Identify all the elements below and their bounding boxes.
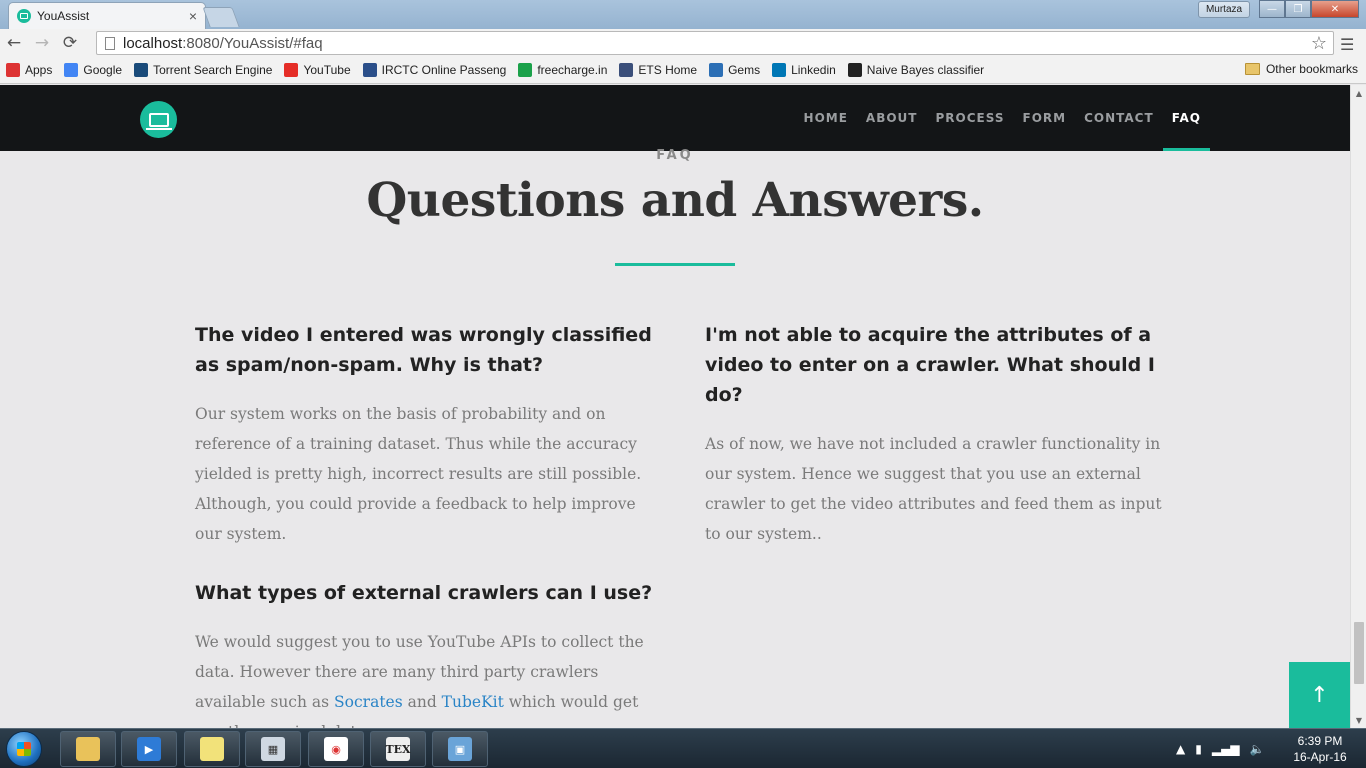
apps-grid-icon (6, 63, 20, 77)
file-explorer-icon (76, 737, 100, 761)
url-text[interactable]: localhost:8080/YouAssist/#faq (123, 35, 1311, 52)
faq-question: The video I entered was wrongly classifi… (195, 324, 652, 376)
bookmark-item[interactable]: Linkedin (772, 63, 836, 77)
page-viewport: HOME ABOUT PROCESS FORM CONTACT FAQ FAQ Quest… (0, 85, 1350, 728)
sticky-notes-icon (200, 737, 224, 761)
nav-link-home[interactable]: HOME (795, 85, 857, 151)
scroll-to-top-button[interactable]: ↑ (1289, 662, 1350, 728)
bookmark-item[interactable]: freecharge.in (518, 63, 607, 77)
arrow-up-icon: ↑ (1310, 682, 1329, 708)
wikipedia-icon (847, 63, 862, 77)
close-window-button[interactable]: ✕ (1311, 0, 1359, 18)
browser-tab[interactable]: YouAssist × (8, 2, 206, 29)
taskbar-app[interactable] (184, 731, 240, 767)
window-controls: — ❐ ✕ (1259, 0, 1359, 18)
bookmarks-bar: Apps Google Torrent Search Engine YouTube IR… (0, 57, 1366, 84)
nav-link-faq[interactable]: FAQ (1162, 85, 1211, 151)
minimize-button[interactable]: — (1259, 0, 1285, 18)
taskbar-app[interactable]: TEX (370, 731, 426, 767)
taskbar-app[interactable]: ◉ (308, 731, 364, 767)
faq-question: What types of external crawlers can I us… (195, 582, 653, 604)
system-tray: ▲ ▮ ▂▄▆ 🔈 (1176, 729, 1274, 768)
scroll-up-arrow-icon[interactable]: ▲ (1351, 85, 1366, 101)
linkedin-icon (772, 63, 787, 77)
nav-link-process[interactable]: PROCESS (927, 85, 1014, 151)
taskbar-app[interactable]: ▣ (432, 731, 488, 767)
bookmark-item[interactable]: YouTube (284, 63, 351, 77)
media-player-icon: ▶ (137, 737, 161, 761)
tubekit-link[interactable]: TubeKit (442, 693, 504, 711)
other-bookmarks[interactable]: Other bookmarks (1244, 62, 1358, 76)
nav-links: HOME ABOUT PROCESS FORM CONTACT FAQ (795, 85, 1211, 151)
gems-icon (709, 63, 724, 77)
site-logo-icon[interactable] (140, 101, 177, 138)
bookmark-item[interactable]: ETS Home (619, 63, 697, 77)
forward-button[interactable]: → (28, 29, 56, 57)
faq-item-2: I'm not able to acquire the attributes o… (705, 320, 1165, 549)
system-clock[interactable]: 6:39 PM 16-Apr-16 (1280, 733, 1360, 765)
faq-answer: As of now, we have not included a crawle… (705, 435, 1162, 543)
new-tab-button[interactable] (202, 7, 240, 27)
bookmark-item[interactable]: Torrent Search Engine (134, 63, 272, 77)
browser-title-bar: YouAssist × Murtaza — ❐ ✕ (0, 0, 1366, 29)
signal-icon[interactable]: ▂▄▆ (1212, 742, 1240, 756)
faq-question: I'm not able to acquire the attributes o… (705, 324, 1155, 406)
irctc-icon (362, 63, 377, 77)
bookmark-star-icon[interactable]: ☆ (1311, 33, 1327, 54)
title-divider (615, 263, 735, 266)
volume-icon[interactable]: 🔈 (1250, 742, 1265, 756)
browser-toolbar: ← → ⟳ localhost:8080/YouAssist/#faq ☆ ☰ (0, 29, 1366, 57)
windows-taskbar: ▶ ▦ ◉ TEX ▣ ▲ ▮ ▂▄▆ 🔈 6:39 PM 16-Apr-16 (0, 728, 1366, 768)
menu-icon[interactable]: ☰ (1340, 35, 1354, 54)
page-scrollbar[interactable]: ▲ ▼ (1350, 85, 1366, 728)
folder-icon (1244, 63, 1260, 75)
tab-title: YouAssist (37, 9, 90, 23)
socrates-link[interactable]: Socrates (334, 693, 403, 711)
youtube-icon (284, 63, 299, 77)
start-button[interactable] (6, 731, 42, 767)
torrent-icon (134, 63, 149, 77)
bookmark-item[interactable]: Gems (709, 63, 760, 77)
bookmark-item[interactable]: Naive Bayes classifier (847, 63, 984, 77)
tray-expand-icon[interactable]: ▲ (1176, 742, 1185, 756)
ets-icon (619, 63, 634, 77)
reload-button[interactable]: ⟳ (56, 29, 84, 57)
tab-close-icon[interactable]: × (189, 8, 197, 24)
scroll-down-arrow-icon[interactable]: ▼ (1351, 712, 1366, 728)
google-icon (64, 63, 79, 77)
nav-link-about[interactable]: ABOUT (857, 85, 927, 151)
address-bar[interactable]: localhost:8080/YouAssist/#faq ☆ (96, 31, 1334, 55)
taskbar-app[interactable]: ▦ (245, 731, 301, 767)
section-kicker: FAQ (656, 148, 694, 163)
profile-badge[interactable]: Murtaza (1198, 1, 1250, 18)
site-favicon-icon (17, 9, 31, 23)
bookmark-item[interactable]: IRCTC Online Passeng (362, 63, 506, 77)
tex-icon: TEX (385, 737, 411, 761)
bookmark-item[interactable]: Google (64, 63, 122, 77)
network-icon[interactable]: ▮ (1195, 742, 1202, 756)
freecharge-icon (518, 63, 533, 77)
taskbar-app[interactable]: ▶ (121, 731, 177, 767)
faq-answer: We would suggest you to use YouTube APIs… (195, 633, 644, 728)
section-title: Questions and Answers. (366, 173, 984, 228)
taskbar-app[interactable] (60, 731, 116, 767)
bookmark-item[interactable]: Apps (6, 63, 52, 77)
faq-item-3: What types of external crawlers can I us… (195, 578, 655, 728)
faq-answer: Our system works on the basis of probabi… (195, 405, 642, 543)
nav-link-contact[interactable]: CONTACT (1075, 85, 1163, 151)
calculator-icon: ▦ (261, 737, 285, 761)
site-navbar: HOME ABOUT PROCESS FORM CONTACT FAQ (0, 85, 1350, 151)
page-icon (105, 36, 115, 50)
back-button[interactable]: ← (0, 29, 28, 57)
maximize-button[interactable]: ❐ (1285, 0, 1311, 18)
scrollbar-thumb[interactable] (1354, 622, 1364, 684)
faq-item-1: The video I entered was wrongly classifi… (195, 320, 655, 549)
nav-link-form[interactable]: FORM (1014, 85, 1076, 151)
virtualbox-icon: ▣ (448, 737, 472, 761)
chrome-icon: ◉ (324, 737, 348, 761)
